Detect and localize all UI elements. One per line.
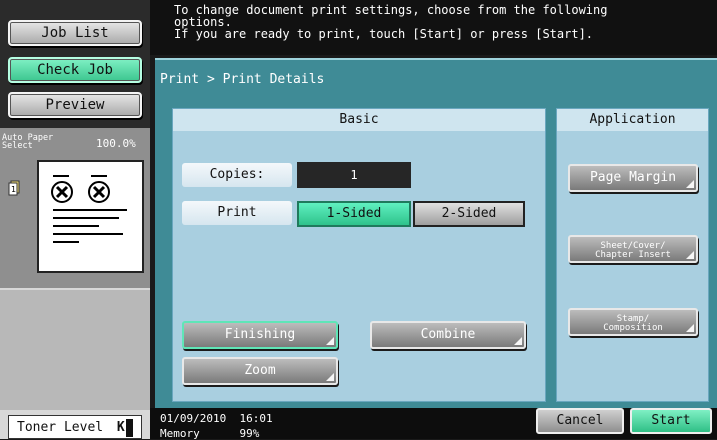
- job-list-button[interactable]: Job List: [8, 20, 142, 46]
- instruction-message: To change document print settings, choos…: [150, 0, 717, 55]
- corner-arrow-icon: [326, 337, 334, 345]
- corner-arrow-icon: [686, 180, 694, 188]
- toner-color-letter: K: [116, 420, 125, 435]
- copies-label: Copies:: [182, 163, 292, 187]
- check-job-button[interactable]: Check Job: [8, 57, 142, 83]
- start-button[interactable]: Start: [630, 408, 712, 434]
- finishing-label: Finishing: [224, 327, 296, 342]
- page-count-icon: 1: [8, 180, 20, 196]
- page-margin-label: Page Margin: [589, 170, 677, 185]
- copies-value[interactable]: 1: [297, 162, 411, 188]
- corner-arrow-icon: [686, 324, 694, 332]
- application-tab-header: Application: [557, 109, 708, 131]
- document-layout-icon: [39, 162, 142, 271]
- preview-button[interactable]: Preview: [8, 92, 142, 118]
- memory-status: Memory 99%: [160, 427, 260, 440]
- one-sided-button[interactable]: 1-Sided: [297, 201, 411, 227]
- svg-text:1: 1: [11, 185, 16, 194]
- cancel-button[interactable]: Cancel: [536, 408, 624, 434]
- toner-bar: [126, 419, 133, 437]
- message-line-1: To change document print settings, choos…: [174, 3, 608, 17]
- toner-level-indicator: Toner Level K: [8, 415, 142, 439]
- zoom-percentage: 100.0%: [96, 137, 136, 150]
- page-margin-button[interactable]: Page Margin: [568, 164, 698, 192]
- paper-select-label: Auto Paper Select: [2, 133, 54, 151]
- corner-arrow-icon: [686, 251, 694, 259]
- two-sided-button[interactable]: 2-Sided: [413, 201, 525, 227]
- print-label: Print: [182, 201, 292, 225]
- breadcrumb: Print > Print Details: [160, 72, 325, 87]
- zoom-label: Zoom: [244, 363, 276, 378]
- document-preview-thumbnail: [37, 160, 144, 273]
- date-time: 01/09/2010 16:01: [160, 412, 273, 425]
- zoom-button[interactable]: Zoom: [182, 357, 338, 385]
- corner-arrow-icon: [326, 373, 334, 381]
- sidebar-lower-area: [0, 290, 150, 410]
- finishing-button[interactable]: Finishing: [182, 321, 338, 349]
- toner-level-label: Toner Level: [17, 420, 104, 435]
- stamp-label-line-2: Composition: [603, 323, 663, 333]
- corner-arrow-icon: [514, 337, 522, 345]
- combine-button[interactable]: Combine: [370, 321, 526, 349]
- message-line-3: If you are ready to print, touch [Start]…: [174, 27, 594, 41]
- stamp-composition-button[interactable]: Stamp/ Composition: [568, 308, 698, 336]
- sheet-cover-chapter-insert-button[interactable]: Sheet/Cover/ Chapter Insert: [568, 235, 698, 263]
- combine-label: Combine: [420, 327, 476, 342]
- sheet-cover-label-line-2: Chapter Insert: [595, 250, 671, 260]
- basic-tab-header: Basic: [173, 109, 545, 131]
